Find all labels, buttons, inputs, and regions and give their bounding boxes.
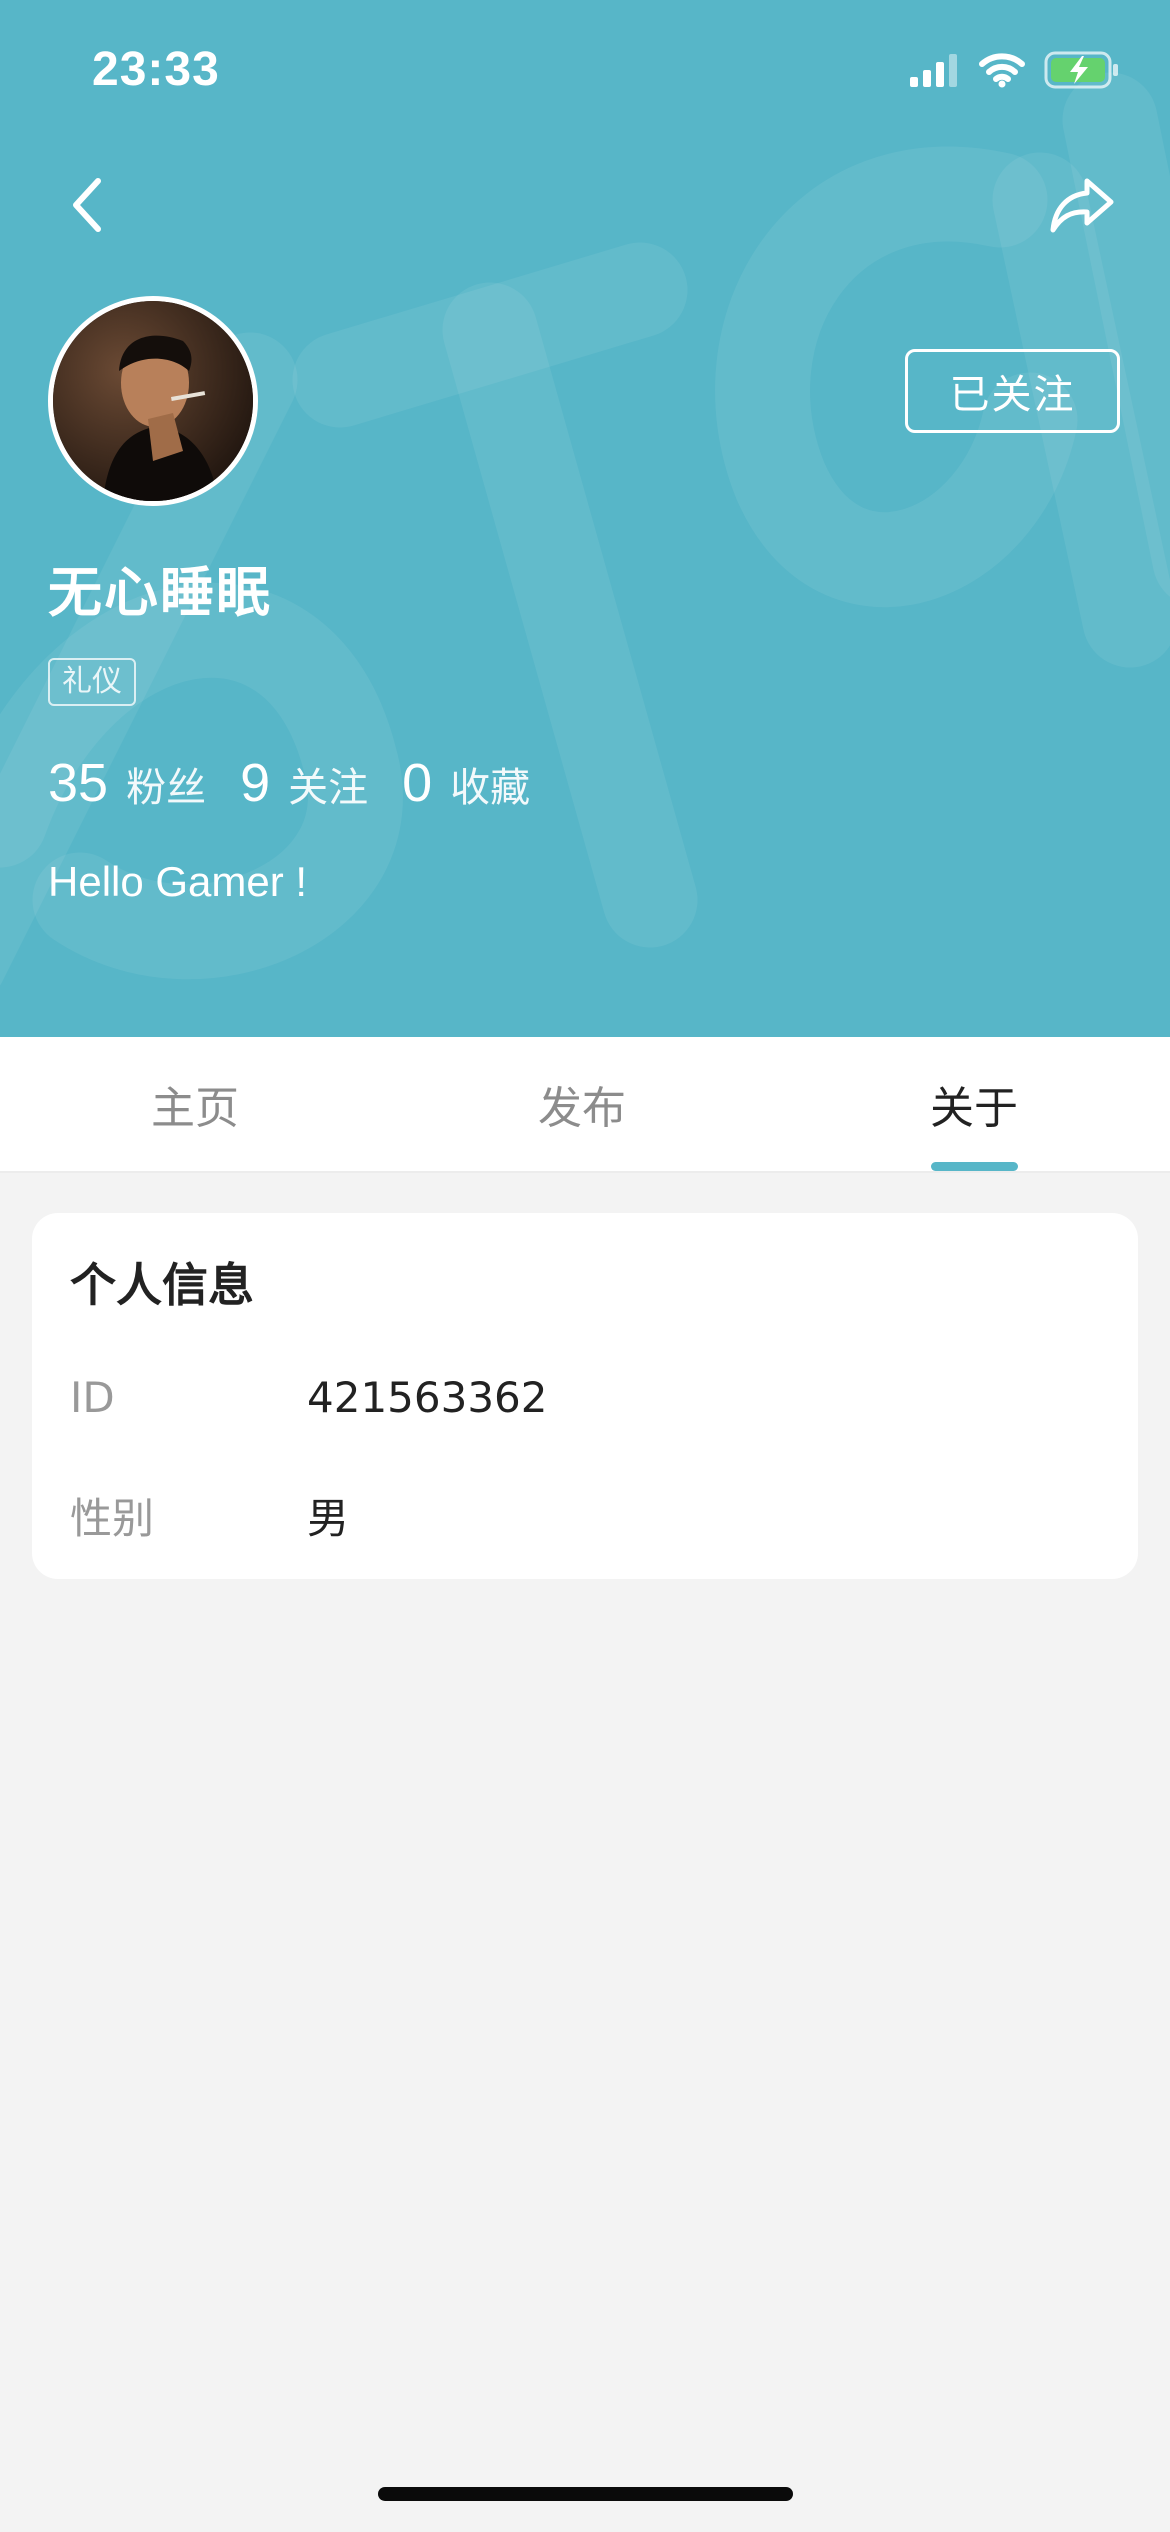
stat-followers[interactable]: 35 粉丝 [48, 752, 206, 814]
user-tag: 礼仪 [48, 658, 136, 706]
stat-count: 0 [402, 753, 433, 813]
battery-charging-icon [1044, 51, 1118, 89]
stat-favorites[interactable]: 0 收藏 [402, 752, 530, 814]
stat-count: 9 [240, 753, 271, 813]
stat-label: 收藏 [450, 765, 531, 811]
tab-about[interactable]: 关于 [874, 1037, 1074, 1171]
stat-count: 35 [48, 753, 109, 813]
info-label-gender: 性别 [70, 1494, 155, 1543]
tab-active-indicator [931, 1162, 1018, 1171]
status-time: 23:33 [92, 43, 220, 96]
stat-following[interactable]: 9 关注 [240, 752, 368, 814]
status-bar: 23:33 [0, 0, 1170, 140]
follow-button[interactable]: 已关注 [905, 349, 1120, 433]
avatar[interactable] [48, 296, 258, 506]
home-indicator[interactable] [378, 2487, 793, 2501]
chevron-left-icon [73, 178, 101, 232]
user-bio: Hello Gamer ! [48, 858, 308, 905]
signal-icon [910, 54, 957, 87]
personal-info-card: 个人信息 ID 421563362 性别 男 [32, 1213, 1138, 1579]
stat-label: 粉丝 [126, 765, 207, 811]
info-value-id: 421563362 [307, 1373, 548, 1422]
stat-label: 关注 [288, 765, 369, 811]
info-label-id: ID [70, 1373, 115, 1422]
info-value-gender: 男 [307, 1494, 350, 1543]
share-icon [1050, 178, 1114, 233]
wifi-icon [979, 53, 1025, 88]
card-title: 个人信息 [70, 1258, 254, 1312]
tab-posts[interactable]: 发布 [482, 1037, 682, 1171]
avatar-photo [53, 301, 253, 501]
profile-tabs: 主页 发布 关于 [0, 1037, 1170, 1173]
tab-home[interactable]: 主页 [95, 1037, 295, 1171]
status-icons [910, 50, 1120, 90]
profile-stats: 35 粉丝 9 关注 0 收藏 [48, 752, 564, 814]
share-button[interactable] [1034, 157, 1130, 253]
profile-header: 23:33 已关注 无心睡眠 礼仪 35 粉丝 9 关注 0 收藏 Hello … [0, 0, 1170, 1037]
username: 无心睡眠 [48, 561, 272, 624]
back-button[interactable] [40, 157, 136, 253]
